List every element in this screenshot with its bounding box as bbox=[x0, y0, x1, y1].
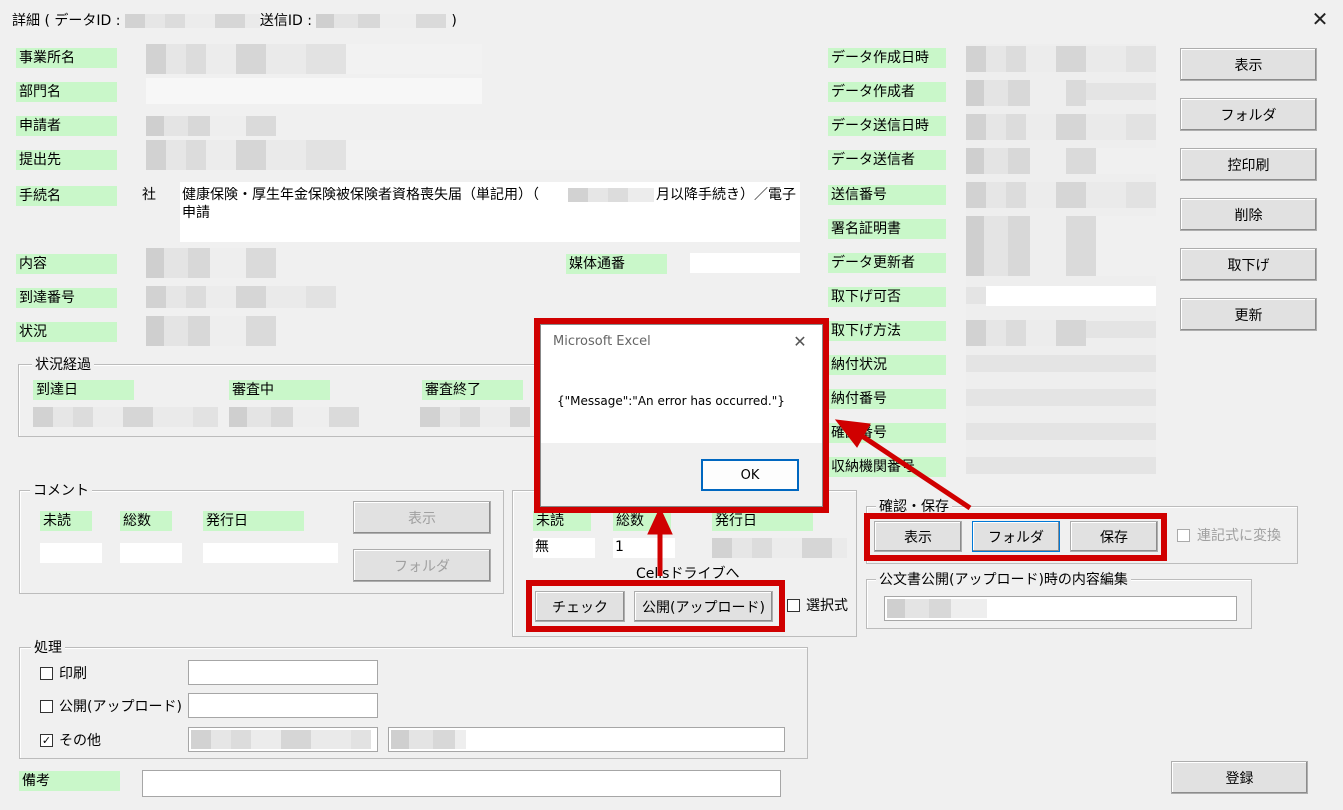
annotation-arrows bbox=[647, 419, 972, 576]
arrow-head-bottom bbox=[647, 506, 673, 535]
arrow-line-right bbox=[854, 429, 972, 511]
arrow-head-right bbox=[834, 419, 871, 448]
